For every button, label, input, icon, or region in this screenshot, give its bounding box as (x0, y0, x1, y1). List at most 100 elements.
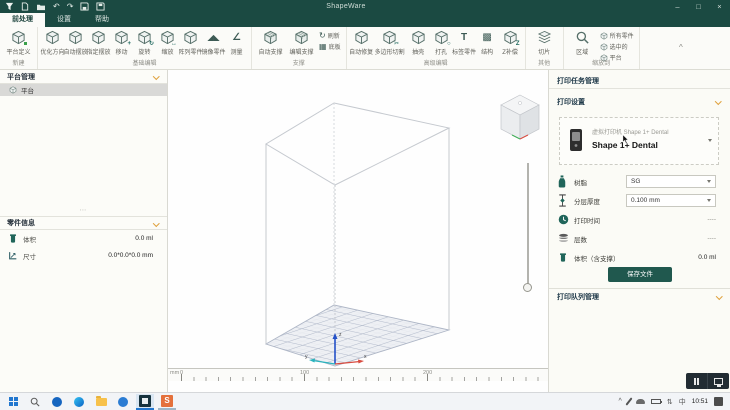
menu-bar: 前处理 设置 帮助 (0, 13, 730, 27)
taskbar-clock[interactable]: 10:51 (692, 398, 708, 405)
dropdown-caret-icon[interactable] (708, 139, 712, 142)
battery-icon[interactable] (651, 399, 661, 404)
printer-selector[interactable]: 虚拟打印机 Shape 1+ Dental Shape 1+ Dental (559, 117, 719, 165)
array-parts-icon (183, 30, 198, 45)
platform-manager-header[interactable]: 平台管理 (0, 70, 167, 84)
part-info-header[interactable]: 零件信息 (0, 216, 167, 230)
layer-thickness-row: 分层厚度 0.100 mm (549, 193, 730, 208)
chevron-down-icon[interactable] (153, 220, 159, 226)
rotate-button[interactable]: ↻ 旋转 (133, 28, 156, 56)
chevron-down-icon[interactable] (153, 73, 159, 79)
overlay-controls (686, 373, 729, 389)
onedrive-cloud-icon[interactable] (636, 399, 645, 404)
s-app-taskbar-icon[interactable]: S (158, 394, 176, 410)
array-parts-button[interactable]: 阵列零件 (179, 28, 202, 56)
zoom-all-parts-button[interactable]: 所有零件 (600, 31, 634, 40)
mouse-cursor (622, 134, 629, 145)
drill-hole-button[interactable]: ○ 打孔 (430, 28, 453, 56)
z-slider-handle[interactable] (523, 283, 532, 292)
edit-support-button[interactable]: 编辑支撑 (286, 28, 317, 56)
z-slider-track[interactable] (527, 163, 529, 289)
open-file-icon[interactable] (36, 1, 46, 12)
lattice-button[interactable]: ▩ 结构 (476, 28, 499, 56)
taskbar-search-icon[interactable] (26, 394, 44, 410)
label-text-icon: T (457, 30, 472, 45)
save-file-button[interactable]: 保存文件 (608, 267, 672, 282)
taskbar-app-icon-1[interactable] (48, 394, 66, 410)
redo-icon[interactable]: ↷ (67, 1, 74, 12)
edge-browser-icon[interactable] (70, 394, 88, 410)
layer-thickness-select[interactable]: 0.100 mm (626, 194, 716, 207)
start-button[interactable] (4, 394, 22, 410)
ribbon-group-other: 切片 其他 (526, 27, 564, 69)
tab-help[interactable]: 帮助 (83, 13, 121, 27)
shapeware-taskbar-icon[interactable] (136, 394, 154, 410)
tab-preprocess[interactable]: 前处理 (0, 13, 45, 27)
chevron-down-icon[interactable] (715, 98, 721, 104)
view-cube[interactable] (501, 95, 539, 139)
refresh-support-button[interactable]: ↻ 刷新 (319, 31, 341, 40)
print-settings-header[interactable]: 打印设置 (549, 94, 730, 110)
place-on-face-button[interactable]: 指定摆放 (87, 28, 110, 56)
chevron-down-icon[interactable] (716, 293, 722, 299)
tab-settings[interactable]: 设置 (45, 13, 83, 27)
taskbar-app-icon-2[interactable] (114, 394, 132, 410)
measure-button[interactable]: ∠ 测量 (225, 28, 248, 56)
ime-language-indicator[interactable]: 中 (679, 397, 686, 407)
slice-button[interactable]: 切片 (529, 28, 560, 56)
ribbon-collapse-button[interactable]: ^ (679, 43, 683, 52)
auto-support-button[interactable]: 自动支撑 (255, 28, 286, 56)
polygon-cut-button[interactable]: ✂ 多边形切割 (373, 28, 407, 56)
polygon-cut-icon: ✂ (382, 30, 397, 45)
clock-icon (558, 213, 569, 226)
ribbon-group-basic-edit: 优化方向 自动摆放 指定摆放 + 移动 ↻ 旋转 (38, 27, 252, 69)
resin-select[interactable]: SG (626, 175, 716, 188)
mirror-parts-button[interactable]: ◢◣ 镜像零件 (202, 28, 225, 56)
z-compensation-button[interactable]: Z Z补偿 (499, 28, 522, 56)
print-time-row: 打印时间 ---- (549, 212, 730, 227)
ruler-unit-label: mm (170, 370, 179, 376)
maximize-button[interactable]: □ (688, 0, 709, 13)
pause-button[interactable] (686, 373, 707, 389)
close-button[interactable]: × (709, 0, 730, 13)
dimensions-icon (8, 250, 18, 261)
auto-arrange-button[interactable]: 自动摆放 (64, 28, 87, 56)
beaker-icon (558, 251, 569, 264)
auto-repair-button[interactable]: 自动修复 (350, 28, 373, 56)
platform-tree-item[interactable]: 平台 (0, 84, 167, 96)
pen-icon[interactable] (625, 397, 632, 405)
minimize-button[interactable]: – (667, 0, 688, 13)
move-button[interactable]: + 移动 (110, 28, 133, 56)
new-file-icon[interactable] (21, 1, 29, 12)
panel-splitter[interactable]: ⋯ (0, 208, 167, 216)
screen-button[interactable] (707, 373, 729, 389)
optimize-orientation-button[interactable]: 优化方向 (41, 28, 64, 56)
tray-expand-icon[interactable]: ^ (619, 398, 622, 405)
zoom-selected-button[interactable]: 选中的 (600, 42, 634, 51)
save-as-icon[interactable] (96, 1, 105, 12)
save-icon[interactable] (80, 1, 89, 12)
place-on-face-icon (91, 30, 106, 45)
print-queue-header[interactable]: 打印队列管理 (549, 289, 730, 305)
system-tray: ^ ⇅ 中 10:51 (619, 397, 726, 407)
label-part-button[interactable]: T 标签零件 (453, 28, 476, 56)
file-explorer-icon[interactable] (92, 394, 110, 410)
platform-define-button[interactable]: 平台定义 (3, 28, 34, 56)
notification-center-icon[interactable] (714, 397, 723, 406)
build-volume-canvas[interactable]: z x y (168, 70, 548, 392)
undo-icon[interactable]: ↶ (53, 1, 60, 12)
scale-button[interactable]: ↔ 缩放 (156, 28, 179, 56)
print-task-manager-header[interactable]: 打印任务管理 (549, 73, 730, 89)
taskbar: S ^ ⇅ 中 10:51 (0, 392, 730, 410)
move-icon: + (114, 30, 129, 45)
beaker-icon (8, 233, 18, 244)
layer-thickness-icon (558, 194, 569, 207)
updown-arrows-icon[interactable]: ⇅ (667, 398, 673, 406)
drill-hole-icon: ○ (434, 30, 449, 45)
ribbon-group-zoom-to: 区域 所有零件 选中的 平台 缩放到 (564, 27, 640, 69)
base-plate-button[interactable]: ▦ 底板 (319, 42, 341, 51)
zoom-region-button[interactable]: 区域 (567, 28, 598, 56)
application-window: ↶ ↷ ShapeWare – □ × 前处理 设置 帮助 平台定义 (0, 0, 730, 410)
viewport-3d[interactable]: z x y mm 0 100 200 (168, 70, 548, 392)
hollow-button[interactable]: 抽壳 (407, 28, 430, 56)
